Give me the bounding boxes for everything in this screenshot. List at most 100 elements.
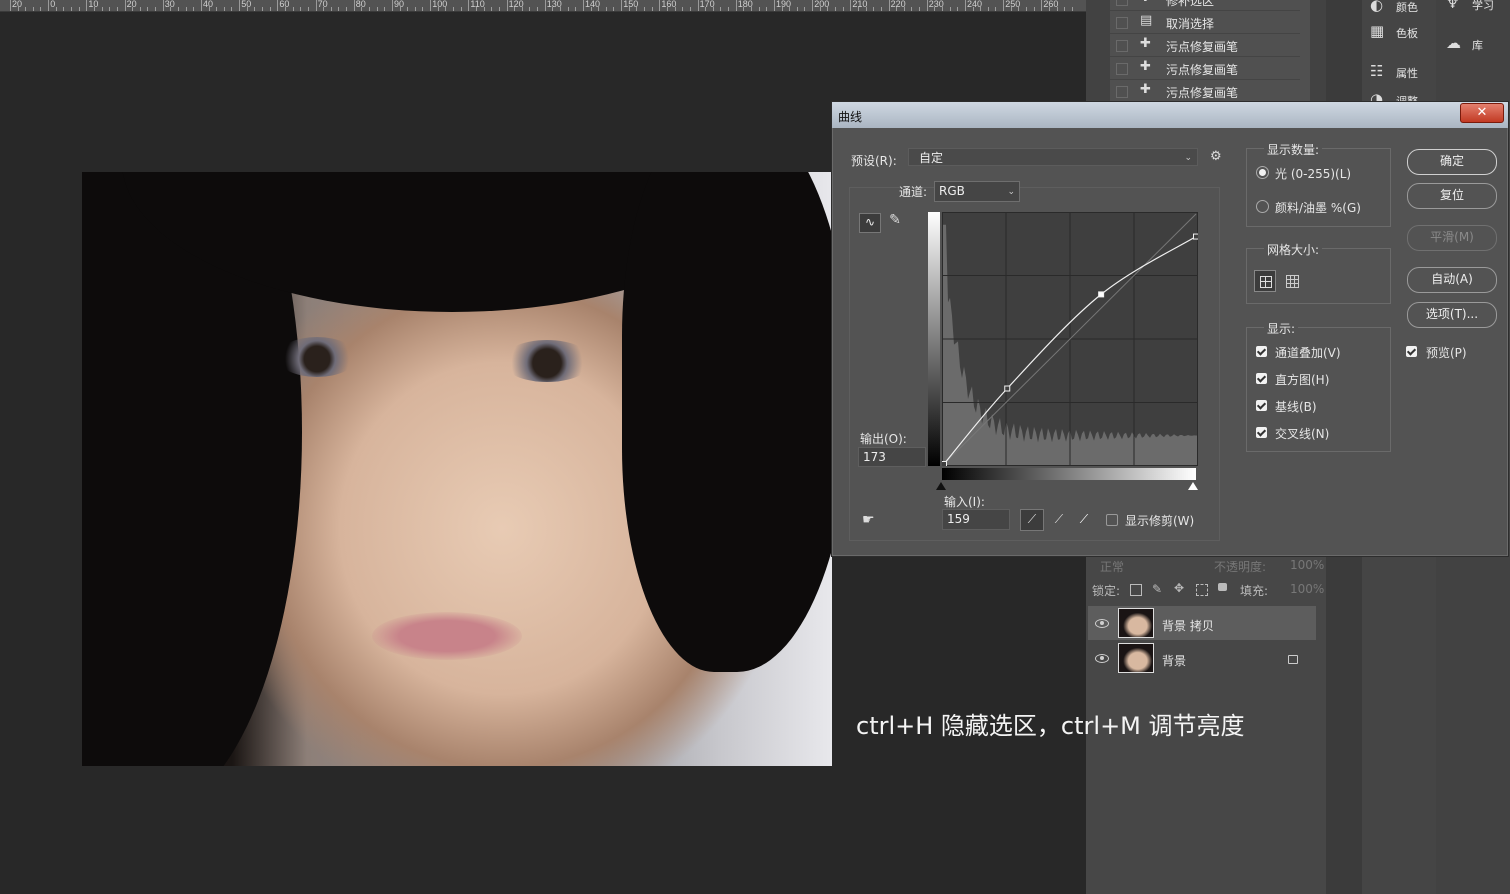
preview-checkbox[interactable] — [1406, 346, 1417, 357]
white-eyedropper-icon[interactable]: ⟋ — [1074, 510, 1094, 530]
ruler-tick — [315, 0, 317, 11]
history-item[interactable]: ✚ 污点修复画笔 — [1110, 34, 1300, 57]
grid-detailed-icon[interactable] — [1286, 275, 1299, 288]
panel-button-properties[interactable]: ☷ 属性 — [1366, 60, 1432, 82]
history-snapshot-checkbox[interactable] — [1116, 40, 1128, 52]
dialog-titlebar[interactable]: 曲线 ✕ — [832, 102, 1508, 128]
lock-artboard-icon[interactable] — [1196, 584, 1208, 596]
history-item[interactable]: ✚ 污点修复画笔 — [1110, 57, 1300, 80]
healing-brush-icon: ✚ — [1140, 82, 1151, 97]
lock-image-icon[interactable]: ✎ — [1152, 582, 1162, 596]
white-point-slider[interactable] — [1188, 482, 1198, 490]
ruler-minor-tick — [804, 7, 806, 11]
ruler-tick — [697, 0, 699, 11]
grid-simple-icon[interactable] — [1254, 270, 1276, 292]
layer-list: 背景 拷贝背景 — [1088, 606, 1316, 678]
ruler-minor-tick — [71, 7, 72, 11]
show-option-checkbox[interactable] — [1256, 400, 1267, 411]
panel-button-palette[interactable]: ◐ 颜色 — [1366, 0, 1432, 16]
history-snapshot-checkbox[interactable] — [1116, 86, 1128, 98]
show-option-checkbox[interactable] — [1256, 346, 1267, 357]
output-gradient-bar — [928, 212, 940, 466]
palette-icon: ◐ — [1370, 0, 1384, 14]
options-button[interactable]: 选项(T)... — [1407, 302, 1497, 328]
ruler-minor-tick — [269, 7, 271, 11]
ruler-minor-tick — [682, 7, 684, 11]
ruler-minor-tick — [460, 7, 462, 11]
visibility-eye-icon[interactable] — [1095, 619, 1109, 628]
curve-control-point[interactable] — [1004, 385, 1011, 392]
black-point-slider[interactable] — [936, 482, 946, 490]
layer-name: 背景 — [1162, 654, 1187, 668]
lock-position-icon[interactable]: ✥ — [1174, 581, 1184, 595]
history-snapshot-checkbox[interactable] — [1116, 0, 1128, 6]
show-options: 通道叠加(V) 直方图(H) 基线(B) 交叉线(N) — [1252, 340, 1387, 450]
ruler-tick — [774, 0, 775, 11]
ruler-minor-tick — [185, 7, 187, 11]
blend-mode-select[interactable]: 正常 — [1100, 558, 1124, 575]
ruler-minor-tick — [323, 7, 325, 11]
show-option-checkbox[interactable] — [1256, 427, 1267, 438]
ruler-minor-tick — [1049, 7, 1050, 11]
ruler-minor-tick — [223, 7, 225, 11]
curve-tool-icon[interactable]: ∿ — [859, 213, 881, 233]
close-button[interactable]: ✕ — [1460, 103, 1504, 123]
history-item[interactable]: ✚ 修补选区 — [1110, 0, 1300, 11]
layer-row[interactable]: 背景 拷贝 — [1088, 606, 1316, 640]
light-radio[interactable] — [1256, 166, 1269, 179]
lock-all-icon[interactable] — [1218, 583, 1227, 591]
opacity-value[interactable]: 100% — [1290, 558, 1324, 572]
preset-gear-icon[interactable]: ⚙ — [1210, 149, 1222, 164]
ruler-minor-tick — [667, 7, 668, 11]
panel-button-learn[interactable]: ♆ 学习 — [1442, 0, 1508, 14]
curve-control-point[interactable] — [1193, 233, 1199, 240]
show-clipping-label: 显示修剪(W) — [1125, 514, 1195, 528]
curve-control-point[interactable] — [942, 461, 947, 467]
channel-select[interactable]: RGB ⌄ — [934, 181, 1020, 202]
ruler-minor-tick — [636, 7, 638, 11]
layer-row[interactable]: 背景 — [1088, 641, 1316, 675]
output-field[interactable]: 173 — [858, 447, 926, 467]
history-list: ✚ 修补选区 ▤ 取消选择 ✚ 污点修复画笔 ✚ 污点修复画笔 ✚ 污点修复画笔 — [1110, 0, 1310, 110]
reset-button[interactable]: 复位 — [1407, 183, 1497, 209]
ok-button[interactable]: 确定 — [1407, 149, 1497, 175]
show-option-label: 交叉线(N) — [1275, 427, 1330, 441]
gray-eyedropper-icon[interactable]: ⟋ — [1049, 510, 1069, 530]
history-item[interactable]: ✚ 污点修复画笔 — [1110, 80, 1300, 103]
input-field[interactable]: 159 — [942, 509, 1010, 530]
panel-button-libraries[interactable]: ☁ 库 — [1442, 32, 1508, 54]
fill-value[interactable]: 100% — [1290, 582, 1324, 596]
history-snapshot-checkbox[interactable] — [1116, 17, 1128, 29]
black-eyedropper-icon[interactable]: ⟋ — [1020, 509, 1044, 531]
ruler-tick — [239, 0, 241, 11]
ruler-minor-tick — [644, 7, 645, 11]
history-item[interactable]: ▤ 取消选择 — [1110, 11, 1300, 34]
ruler-tick — [1003, 0, 1005, 11]
preset-select[interactable]: 自定 ⌄ — [908, 148, 1198, 166]
curve-graph[interactable] — [942, 212, 1198, 466]
ruler-tick — [583, 0, 584, 11]
show-option-checkbox[interactable] — [1256, 373, 1267, 384]
history-snapshot-checkbox[interactable] — [1116, 63, 1128, 75]
smooth-button[interactable]: 平滑(M) — [1407, 225, 1497, 251]
panel-button-swatches[interactable]: ▦ 色板 — [1366, 20, 1432, 42]
visibility-eye-icon[interactable] — [1095, 654, 1109, 663]
panel-button-label: 颜色 — [1396, 1, 1418, 14]
document-image[interactable] — [82, 172, 832, 766]
ruler-minor-tick — [285, 7, 286, 11]
show-option-label: 通道叠加(V) — [1275, 346, 1341, 360]
ruler-minor-tick — [17, 7, 19, 11]
ruler-minor-tick — [689, 7, 691, 11]
channel-label: 通道: — [899, 185, 928, 199]
ruler-minor-tick — [590, 7, 592, 11]
ruler-minor-tick — [567, 7, 569, 11]
curve-control-point[interactable] — [1098, 291, 1105, 298]
pigment-radio[interactable] — [1256, 200, 1269, 213]
target-adjust-icon[interactable]: ☛ — [862, 512, 875, 528]
auto-button[interactable]: 自动(A) — [1407, 267, 1497, 293]
show-clipping-checkbox[interactable] — [1106, 514, 1118, 526]
lock-transparent-icon[interactable] — [1130, 584, 1142, 596]
deselect-icon: ▤ — [1140, 13, 1153, 28]
ruler-tick — [888, 0, 890, 11]
pencil-tool-icon[interactable]: ✎ — [886, 212, 904, 230]
